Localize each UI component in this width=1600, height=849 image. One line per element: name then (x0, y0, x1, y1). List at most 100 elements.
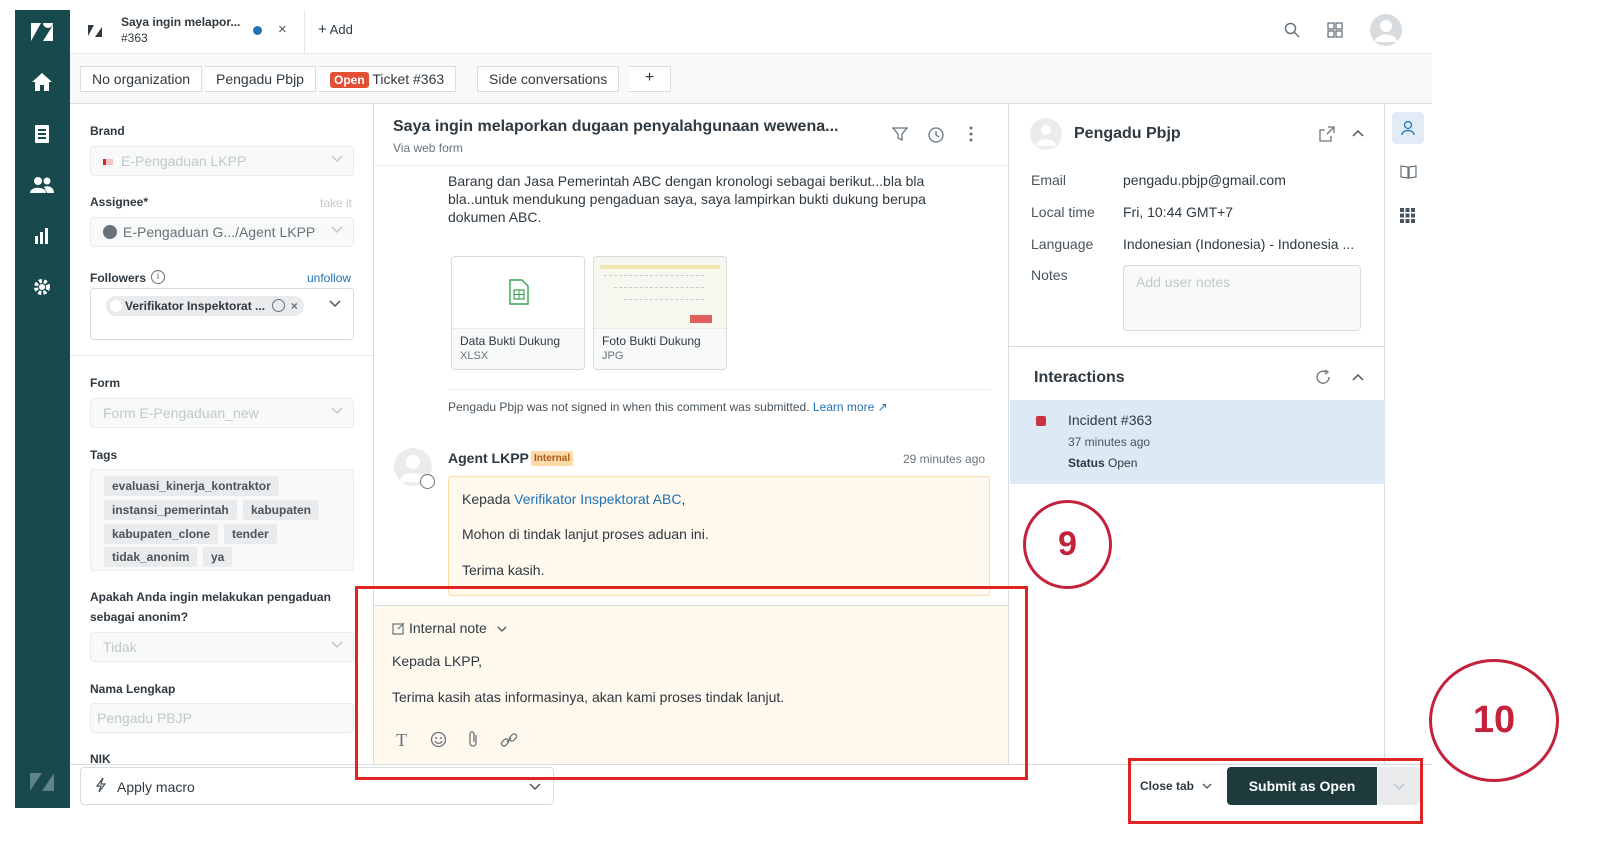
info-icon[interactable]: i (151, 270, 165, 284)
context-rail (1385, 104, 1432, 764)
user-profile-icon[interactable] (1392, 112, 1424, 144)
full-name-input[interactable]: Pengadu PBJP (90, 703, 354, 733)
tag-chip[interactable]: ya (203, 547, 233, 567)
message-line: dokumen ABC. (448, 209, 542, 225)
zendesk-product-icon[interactable] (28, 768, 56, 796)
more-options-icon[interactable] (969, 126, 973, 142)
apps-icon[interactable] (1400, 208, 1415, 223)
attachment-preview (452, 257, 584, 329)
language-value: Indonesian (Indonesia) - Indonesia ... (1123, 236, 1355, 252)
assignee-select[interactable]: E-Pengaduan G.../Agent LKPP (90, 217, 354, 247)
user-notes-placeholder: Add user notes (1136, 274, 1231, 290)
brand-select[interactable]: E-Pengaduan LKPP (90, 146, 354, 176)
incident-time: 37 minutes ago (1068, 435, 1151, 449)
thumbnail-detail (690, 315, 712, 323)
breadcrumb-requester[interactable]: Pengadu Pbjp (205, 66, 316, 92)
unfollow-link[interactable]: unfollow (307, 271, 351, 285)
close-tab-icon[interactable]: × (278, 21, 287, 38)
side-conversations-button[interactable]: Side conversations (477, 66, 620, 92)
apply-macro-label: Apply macro (117, 779, 195, 795)
remove-follower-icon[interactable]: × (291, 299, 298, 313)
brand-flag-icon (103, 159, 113, 166)
lightning-icon (95, 777, 107, 793)
message-line: bla..untuk mendukung pengaduan saya, say… (448, 191, 926, 207)
note-comma: , (681, 491, 686, 507)
tags-label: Tags (90, 448, 118, 462)
views-icon[interactable] (28, 120, 56, 148)
add-side-conversation-button[interactable]: + (629, 66, 671, 92)
ticket-breadcrumb-bar: No organization Pengadu Pbjp Open Ticket… (70, 54, 1432, 104)
agent-role-icon (420, 474, 435, 489)
add-tab-label: Add (329, 22, 353, 37)
tags-field[interactable]: evaluasi_kinerja_kontraktor instansi_pem… (90, 469, 354, 571)
via-channel: Via web form (393, 141, 463, 155)
email-value[interactable]: pengadu.pbjp@gmail.com (1123, 172, 1286, 188)
internal-note-comment: Kepada Verifikator Inspektorat ABC, Moho… (448, 476, 990, 596)
anonymous-select[interactable]: Tidak (90, 632, 354, 662)
interaction-item[interactable]: Incident #363 37 minutes ago Status Open (1010, 400, 1385, 484)
followers-field[interactable]: Verifikator Inspektorat ... × (90, 288, 354, 340)
divider (1009, 346, 1384, 347)
attachment-xlsx[interactable]: Data Bukti Dukung XLSX (451, 256, 585, 370)
filter-icon[interactable] (892, 126, 908, 142)
incident-status: Status Open (1068, 456, 1137, 470)
tag-chip[interactable]: evaluasi_kinerja_kontraktor (104, 476, 279, 496)
ticket-tab-title: Saya ingin melapor... (121, 15, 241, 29)
mention-link[interactable]: Verifikator Inspektorat ABC (514, 491, 681, 507)
requester-name[interactable]: Pengadu Pbjp (1074, 125, 1181, 143)
home-icon[interactable] (28, 68, 56, 96)
tag-chip[interactable]: tidak_anonim (104, 547, 198, 567)
divider (70, 355, 373, 356)
breadcrumb-ticket[interactable]: Open Ticket #363 (319, 66, 457, 92)
admin-gear-icon[interactable] (28, 273, 56, 301)
search-icon[interactable] (1284, 22, 1300, 38)
learn-more-link[interactable]: Learn more (813, 400, 874, 414)
breadcrumb-organization[interactable]: No organization (80, 66, 203, 92)
nik-label: NIK (90, 752, 111, 764)
annotation-box-composer (355, 586, 1028, 780)
zendesk-logo-icon[interactable] (28, 18, 56, 46)
take-it-link[interactable]: take it (320, 196, 352, 210)
ticket-tab-number: #363 (121, 31, 148, 45)
customers-icon[interactable] (28, 171, 56, 199)
tag-chip[interactable]: tender (224, 524, 277, 544)
attachment-jpg[interactable]: Foto Bukti Dukung JPG (593, 256, 727, 370)
chevron-up-icon[interactable] (1352, 373, 1364, 381)
language-label: Language (1031, 236, 1094, 252)
chevron-down-icon[interactable] (329, 300, 341, 308)
conversation-header: Saya ingin melaporkan dugaan penyalahgun… (374, 104, 1008, 166)
avatar[interactable] (1370, 14, 1402, 46)
add-tab-button[interactable]: + Add (318, 21, 353, 38)
tag-chip[interactable]: kabupaten_clone (104, 524, 219, 544)
product-tray-icon[interactable] (1327, 22, 1343, 38)
top-bar: Saya ingin melapor... #363 × + Add (70, 10, 1432, 54)
customer-context-panel: Pengadu Pbjp Email pengadu.pbjp@gmail.co… (1008, 104, 1385, 764)
thumbnail-detail (614, 287, 704, 288)
brand-value: E-Pengaduan LKPP (121, 153, 247, 169)
assignee-value: E-Pengaduan G.../Agent LKPP (123, 224, 316, 240)
agent-comment-time: 29 minutes ago (903, 452, 986, 466)
assignee-avatar-icon (103, 225, 117, 239)
incident-status-label: Status (1068, 456, 1105, 470)
message-body: Barang dan Jasa Pemerintah ABC dengan kr… (448, 172, 926, 226)
agent-name[interactable]: Agent LKPP (448, 450, 529, 466)
open-profile-icon[interactable] (1319, 126, 1335, 142)
knowledge-icon[interactable] (1400, 165, 1417, 179)
incident-status-icon (1036, 416, 1046, 426)
thumbnail-detail (604, 275, 704, 276)
reporting-icon[interactable] (28, 222, 56, 250)
form-select[interactable]: Form E-Pengaduan_new (90, 398, 354, 428)
follower-chip[interactable]: Verifikator Inspektorat ... × (106, 296, 304, 316)
divider (448, 389, 990, 390)
tag-chip[interactable]: instansi_pemerintah (104, 500, 237, 520)
ticket-tab[interactable]: Saya ingin melapor... #363 × (70, 10, 305, 54)
local-time-value: Fri, 10:44 GMT+7 (1123, 204, 1234, 220)
tag-chip[interactable]: kabupaten (243, 500, 320, 520)
chevron-down-icon (331, 407, 343, 415)
internal-badge: Internal (531, 451, 574, 466)
external-link-icon[interactable]: ↗ (878, 400, 888, 414)
refresh-icon[interactable] (1315, 369, 1331, 385)
user-notes-input[interactable]: Add user notes (1123, 265, 1361, 331)
chevron-up-icon[interactable] (1352, 129, 1364, 137)
history-icon[interactable] (927, 126, 945, 144)
